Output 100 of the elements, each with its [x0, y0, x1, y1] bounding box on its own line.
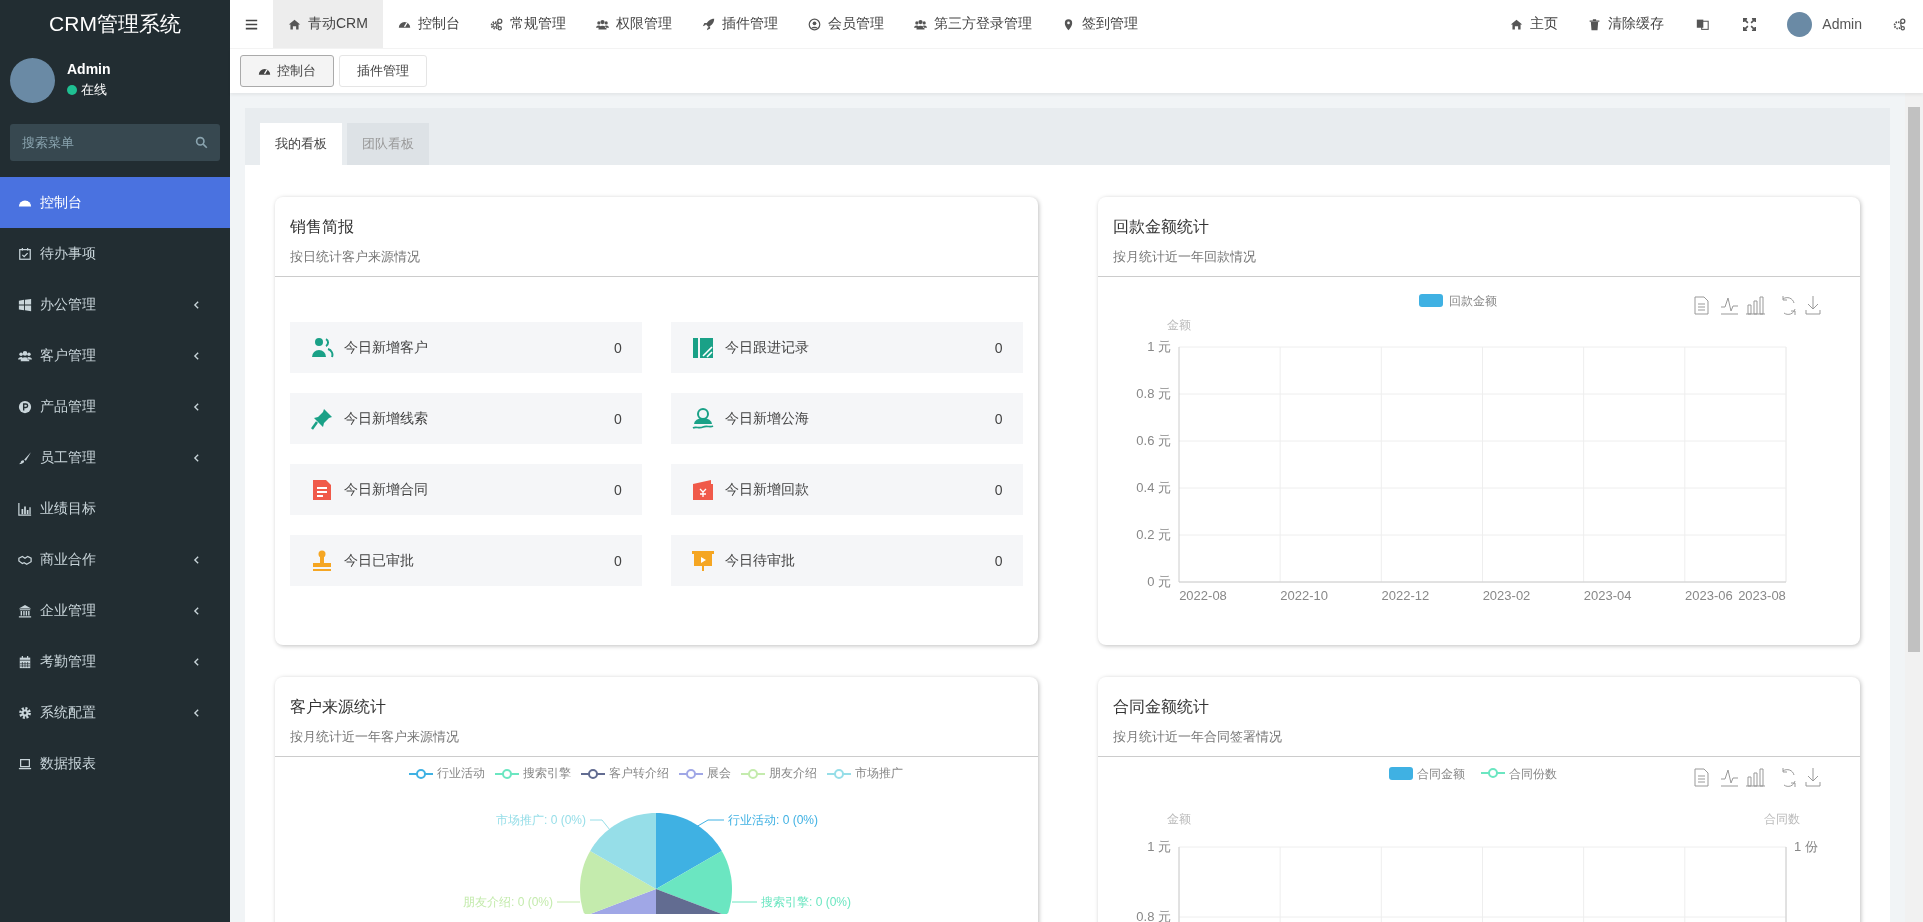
calendar-check-icon: [18, 246, 32, 261]
users-icon: [310, 335, 334, 360]
calendar-icon: [18, 654, 32, 669]
card-title: 销售简报: [290, 217, 355, 237]
leader-line: [695, 819, 725, 828]
rocket-icon: [701, 17, 715, 31]
line-chart-icon[interactable]: [1720, 769, 1739, 787]
home-icon: [1510, 17, 1524, 31]
sidebar-item[interactable]: 商业合作: [0, 534, 230, 585]
card-title: 合同金额统计: [1112, 697, 1210, 717]
status-text: 在线: [81, 81, 107, 99]
stat-label: 今日新增客户: [344, 338, 429, 357]
legend-label[interactable]: 回款金额: [1448, 294, 1497, 308]
bar-chart-icon: [18, 501, 32, 516]
users-icon: [913, 17, 927, 31]
axis-tick-label: 2023-04: [1583, 588, 1632, 603]
top-nav-item[interactable]: 第三方登录管理: [898, 0, 1047, 48]
sidebar-item[interactable]: 产品管理: [0, 381, 230, 432]
stat-label: 今日跟进记录: [724, 338, 810, 357]
axis-title: 金额: [1166, 812, 1191, 826]
top-nav-item[interactable]: 青动CRM: [273, 0, 383, 48]
legend-label[interactable]: 展会: [707, 765, 732, 782]
bar-chart-icon[interactable]: [1745, 768, 1766, 787]
text-view-icon[interactable]: [1694, 768, 1709, 787]
bar-chart-icon[interactable]: [1745, 296, 1766, 315]
search-icon: [195, 136, 208, 149]
gears-icon[interactable]: [1893, 17, 1906, 31]
axis-tick-label: 2022-10: [1280, 588, 1328, 603]
board-tab[interactable]: 我的看板: [260, 123, 342, 165]
line-chart-icon[interactable]: [1720, 297, 1739, 315]
people-wave-icon: [690, 406, 715, 431]
slice-label: 搜索引擎: 0 (0%): [761, 895, 852, 909]
top-nav-item[interactable]: 插件管理: [686, 0, 793, 48]
download-icon[interactable]: [1805, 767, 1821, 787]
users-icon: [595, 17, 609, 31]
sidebar-item[interactable]: 考勤管理: [0, 636, 230, 687]
axis-tick-label: 0.2 元: [1136, 527, 1171, 542]
top-nav-link[interactable]: 清除缓存: [1573, 0, 1680, 48]
sidebar-item[interactable]: 企业管理: [0, 585, 230, 636]
axis-tick-label: 1 元: [1146, 839, 1171, 854]
page-tab[interactable]: 控制台: [240, 55, 334, 87]
p-circle-icon: [18, 399, 32, 414]
users-icon: [18, 348, 32, 363]
leader-line: [589, 819, 611, 831]
top-nav-item[interactable]: 权限管理: [580, 0, 687, 48]
top-nav-link[interactable]: 主页: [1495, 0, 1574, 48]
axis-tick-label: 0.8 元: [1136, 909, 1171, 922]
stat-label: 今日新增回款: [724, 480, 810, 499]
home-icon: [288, 17, 301, 31]
stat-label: 今日已审批: [344, 551, 415, 570]
legend-label[interactable]: 市场推广: [855, 765, 904, 782]
legend-label[interactable]: 合同份数: [1508, 767, 1557, 781]
user-menu[interactable]: Admin: [1773, 0, 1876, 48]
sidebar-item[interactable]: 业绩目标: [0, 483, 230, 534]
card-title: 客户来源统计: [290, 697, 387, 717]
top-nav-item[interactable]: 控制台: [382, 0, 475, 48]
slice-label: 市场推广: 0 (0%): [496, 813, 587, 827]
stat-value: 0: [613, 481, 622, 498]
stat-label: 今日新增公海: [724, 409, 810, 428]
pushpin-icon: [310, 406, 334, 431]
axis-tick-label: 0.6 元: [1136, 433, 1171, 448]
stat-value: 0: [613, 410, 622, 427]
sidebar-item[interactable]: 待办事项: [0, 228, 230, 279]
sidebar-item[interactable]: 员工管理: [0, 432, 230, 483]
card-subtitle: 按月统计近一年回款情况: [1112, 248, 1257, 266]
stat-value: 0: [613, 339, 622, 356]
scrollbar-thumb[interactable]: [1908, 107, 1920, 652]
legend-label[interactable]: 合同金额: [1416, 767, 1465, 781]
fullscreen-icon[interactable]: [1743, 17, 1757, 31]
stat-value: 0: [613, 552, 622, 569]
axis-tick-label: 2023-02: [1482, 588, 1531, 603]
refresh-icon[interactable]: [1782, 295, 1796, 316]
legend-label[interactable]: 搜索引擎: [523, 765, 572, 782]
sidebar-item[interactable]: 数据报表: [0, 738, 230, 789]
legend-label[interactable]: 行业活动: [437, 765, 486, 782]
top-nav-item[interactable]: 签到管理: [1046, 0, 1153, 48]
axis-tick-label: 2022-12: [1381, 588, 1429, 603]
download-icon[interactable]: [1805, 295, 1821, 315]
axis-tick-label: 1 元: [1146, 339, 1171, 354]
text-view-icon[interactable]: [1694, 296, 1709, 315]
top-nav-item[interactable]: 常规管理: [474, 0, 581, 48]
sidebar-item[interactable]: 客户管理: [0, 330, 230, 381]
page-tab[interactable]: 插件管理: [339, 55, 427, 87]
legend-label[interactable]: 客户转介绍: [609, 765, 670, 782]
sidebar-item[interactable]: 系统配置: [0, 687, 230, 738]
stat-value: 0: [994, 552, 1003, 569]
refresh-icon[interactable]: [1782, 767, 1796, 788]
user-circle-icon: [807, 17, 821, 31]
legend-label[interactable]: 朋友介绍: [769, 765, 818, 782]
stat-label: 今日新增合同: [344, 480, 429, 499]
user-name: Admin: [67, 61, 111, 77]
sidebar-item[interactable]: 控制台: [0, 177, 230, 228]
axis-tick-label: 2023-06: [1684, 588, 1733, 603]
stamp-icon: [310, 548, 334, 573]
axis-tick-label: 0.8 元: [1136, 386, 1171, 401]
avatar: [10, 57, 55, 103]
axis-title: 合同数: [1763, 812, 1800, 826]
sidebar-item[interactable]: 办公管理: [0, 279, 230, 330]
search-field[interactable]: 搜索菜单: [10, 124, 220, 161]
top-nav-item[interactable]: 会员管理: [792, 0, 899, 48]
